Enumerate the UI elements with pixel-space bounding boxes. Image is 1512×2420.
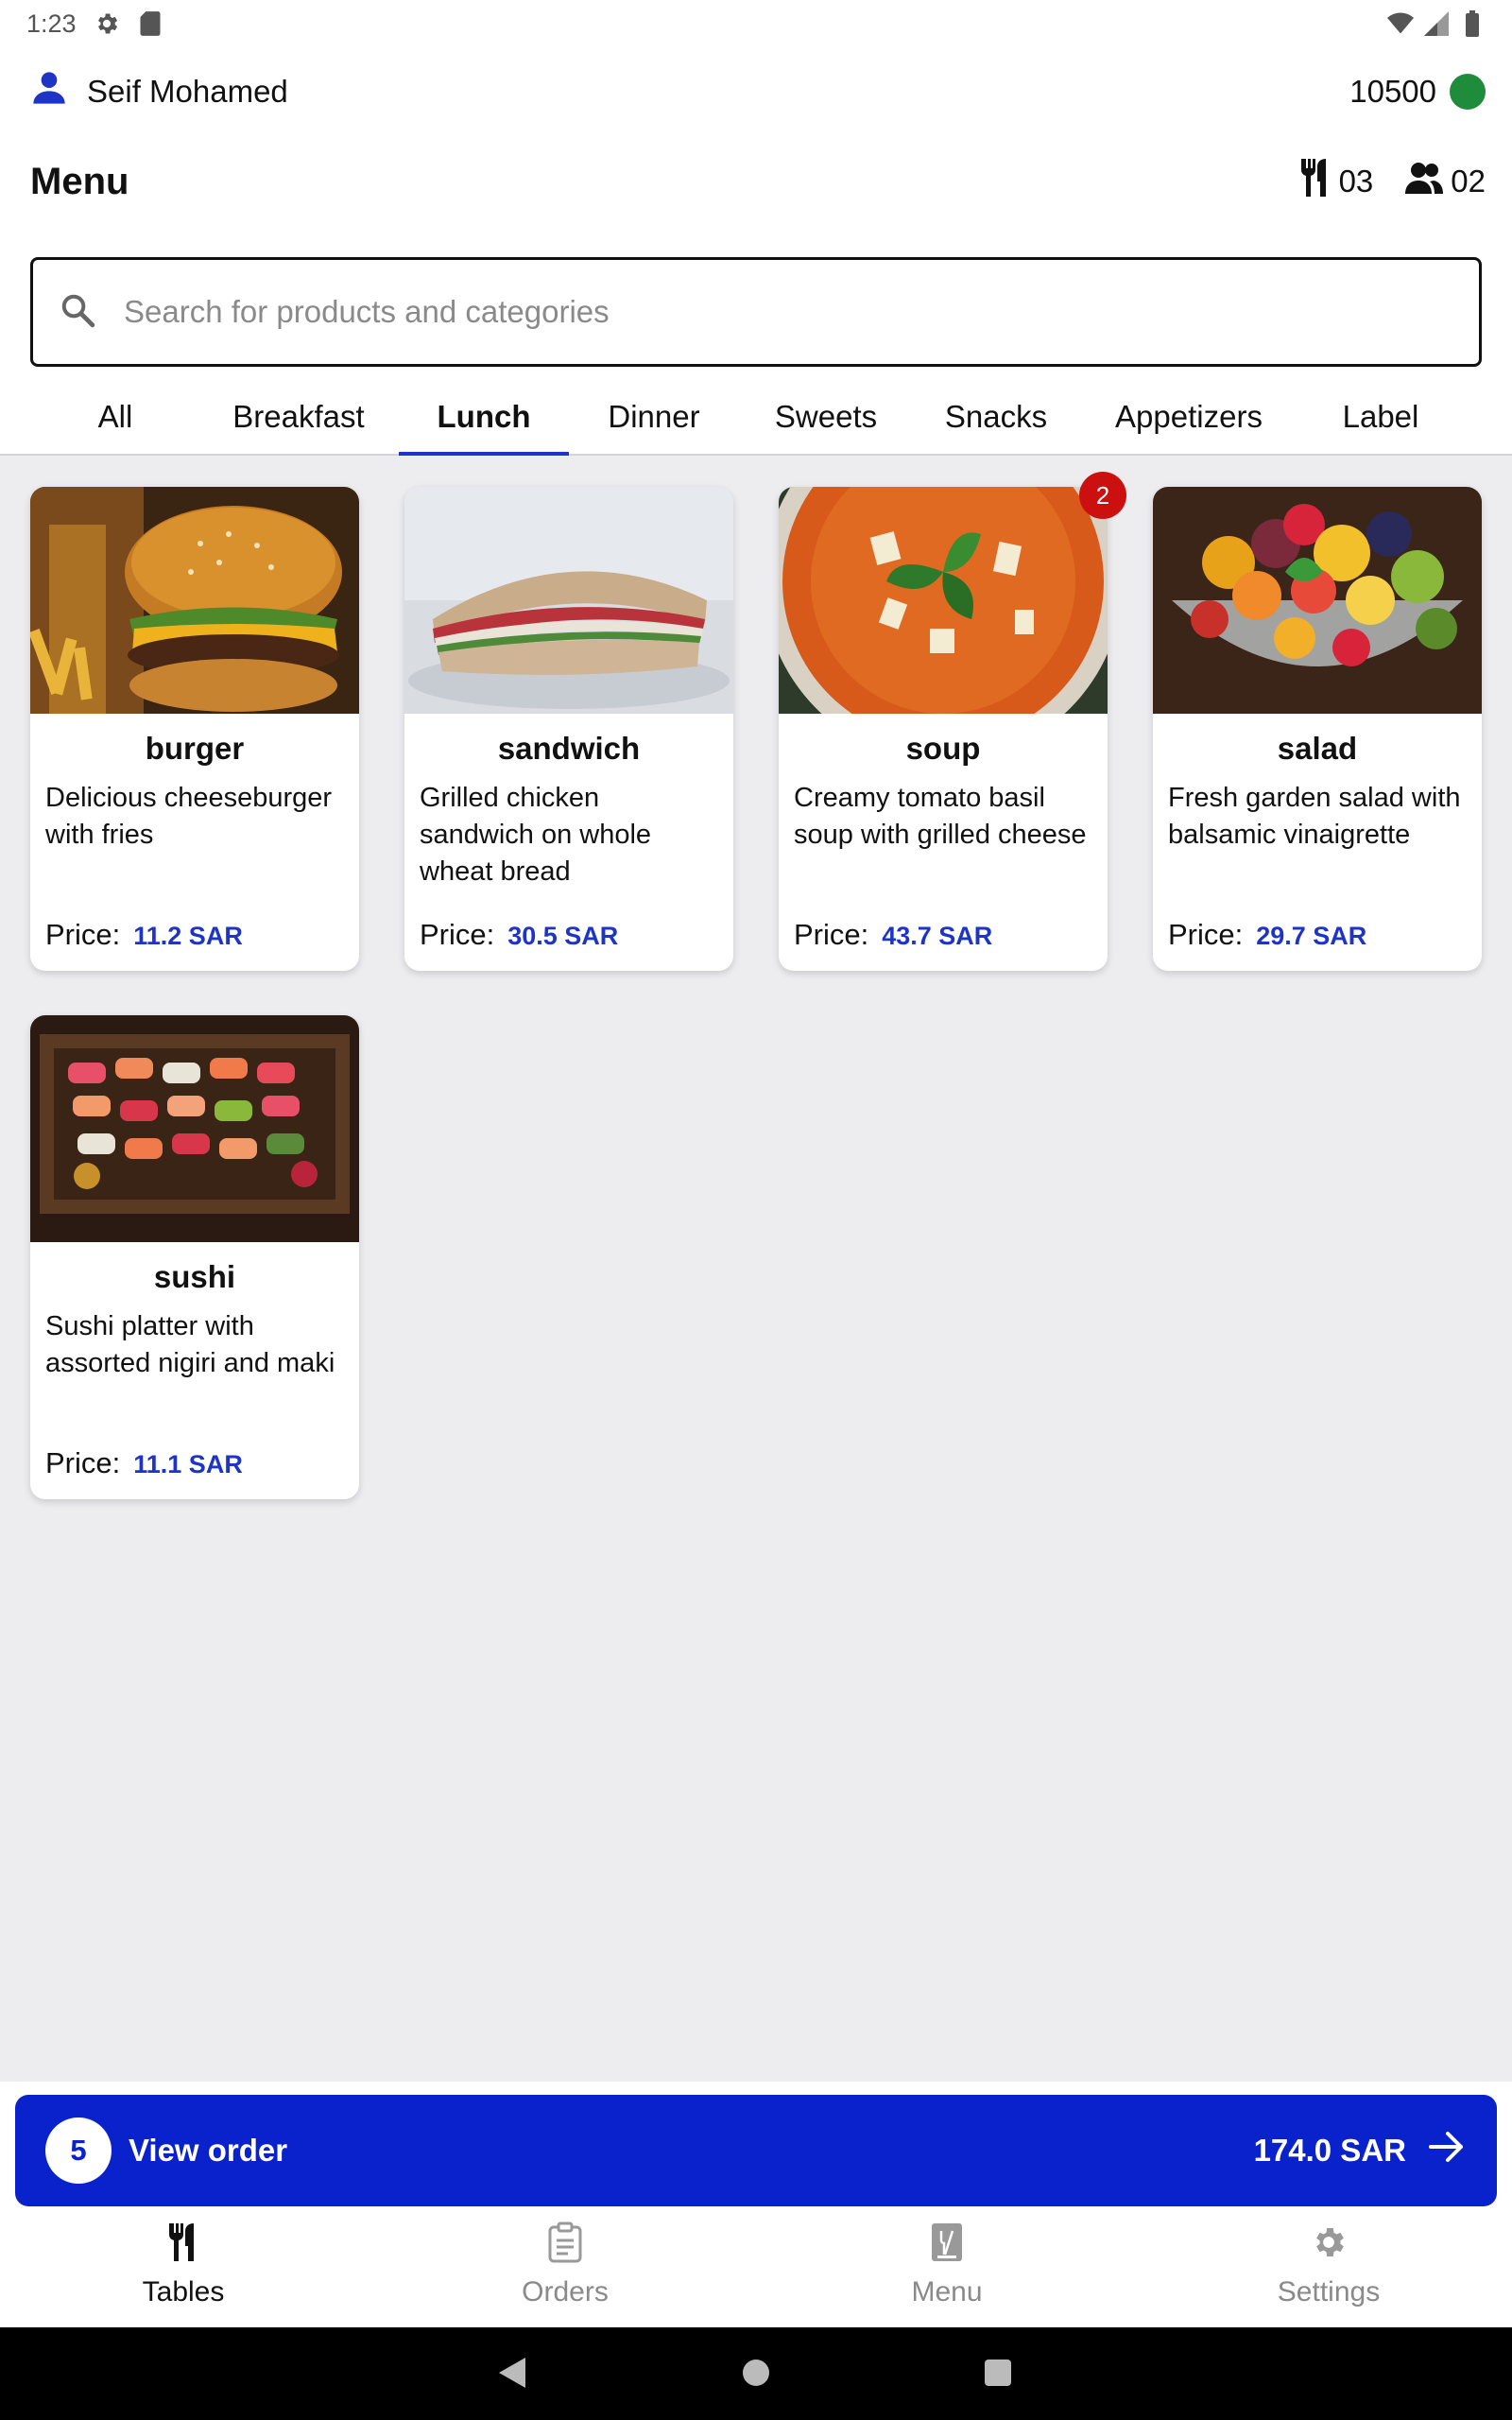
tables-count: 03 [1338, 164, 1374, 199]
guests-count: 02 [1451, 164, 1486, 199]
search-icon [60, 292, 95, 333]
fork-knife-icon [167, 2216, 199, 2269]
view-order-button[interactable]: 5 View order 174.0 SAR [15, 2095, 1497, 2206]
system-navigation-bar [0, 2327, 1512, 2420]
product-card-burger[interactable]: burger Delicious cheeseburger with fries… [30, 487, 359, 971]
sd-card-icon [137, 10, 163, 37]
arrow-right-icon [1429, 2131, 1465, 2170]
product-price: 30.5 SAR [507, 922, 619, 950]
product-name: salad [1277, 731, 1358, 766]
view-order-label: View order [129, 2133, 288, 2168]
product-name: sandwich [497, 731, 641, 766]
settings-status-icon [94, 10, 120, 37]
product-card-soup[interactable]: 2 soup Creamy tomato basil soup with gri… [779, 472, 1126, 971]
product-name: soup [905, 731, 981, 766]
tab-label[interactable]: Label [1302, 378, 1459, 456]
status-bar: 1:23 [0, 0, 1512, 47]
nav-tables[interactable]: Tables [42, 2216, 325, 2320]
sushi-image [30, 1015, 359, 1242]
nav-label: Menu [911, 2276, 983, 2308]
wifi-icon [1387, 10, 1414, 37]
product-description: Delicious cheeseburger with fries [45, 783, 333, 850]
signal-icon [1423, 10, 1450, 37]
price-label: Price: [420, 918, 495, 951]
search-input[interactable] [124, 294, 1352, 330]
price-label: Price: [794, 918, 869, 951]
product-grid: burger Delicious cheeseburger with fries… [0, 456, 1512, 2082]
clipboard-icon [547, 2216, 583, 2269]
gear-icon [1310, 2216, 1348, 2269]
salad-image [1153, 487, 1482, 714]
product-price: 29.7 SAR [1256, 922, 1367, 950]
user-row: Seif Mohamed 10500 [30, 66, 1486, 117]
product-card-sushi[interactable]: sushi Sushi platter with assorted nigiri… [30, 1015, 359, 1499]
battery-icon [1459, 10, 1486, 37]
order-item-count: 5 [45, 2118, 112, 2184]
title-row: Menu 03 02 [30, 151, 1486, 212]
tab-snacks[interactable]: Snacks [917, 378, 1075, 456]
back-icon[interactable] [497, 2356, 527, 2394]
menu-book-icon [930, 2216, 964, 2269]
price-label: Price: [45, 918, 121, 951]
category-tabs: All Breakfast Lunch Dinner Sweets Snacks… [0, 378, 1512, 458]
sandwich-image [404, 487, 733, 714]
product-description: Grilled chicken sandwich on whole wheat … [420, 783, 652, 887]
burger-image [30, 487, 359, 714]
user-name: Seif Mohamed [87, 74, 288, 109]
price-label: Price: [45, 1446, 121, 1479]
product-price: 43.7 SAR [882, 922, 993, 950]
soup-image [779, 487, 1108, 714]
product-card-salad[interactable]: salad Fresh garden salad with balsamic v… [1153, 487, 1482, 971]
product-description: Fresh garden salad with balsamic vinaigr… [1168, 783, 1461, 850]
nav-orders[interactable]: Orders [423, 2216, 707, 2320]
page-title: Menu [30, 160, 129, 202]
tab-dinner[interactable]: Dinner [575, 378, 733, 456]
person-icon [30, 69, 68, 114]
user-profile[interactable]: Seif Mohamed [30, 69, 288, 114]
tab-appetizers[interactable]: Appetizers [1094, 378, 1283, 456]
product-description: Sushi platter with assorted nigiri and m… [45, 1311, 335, 1378]
people-icon [1405, 162, 1444, 201]
price-label: Price: [1168, 918, 1244, 951]
search-box[interactable] [30, 257, 1482, 367]
nav-label: Orders [522, 2276, 609, 2308]
status-time: 1:23 [26, 9, 77, 38]
order-total: 174.0 SAR [1253, 2133, 1406, 2168]
nav-menu[interactable]: Menu [805, 2216, 1089, 2320]
nav-label: Settings [1277, 2276, 1381, 2308]
product-description: Creamy tomato basil soup with grilled ch… [794, 783, 1087, 850]
user-balance: 10500 [1349, 74, 1436, 109]
online-status-dot [1450, 74, 1486, 110]
tab-breakfast[interactable]: Breakfast [214, 378, 384, 456]
tab-lunch[interactable]: Lunch [399, 378, 569, 458]
nav-settings[interactable]: Settings [1187, 2216, 1470, 2320]
tab-all[interactable]: All [59, 378, 172, 456]
product-name: burger [145, 731, 245, 766]
balance-indicator: 10500 [1349, 74, 1486, 110]
nav-label: Tables [142, 2276, 225, 2308]
fork-knife-icon [1299, 159, 1332, 204]
tab-sweets[interactable]: Sweets [747, 378, 905, 456]
guests-counter: 02 [1405, 162, 1486, 201]
product-card-sandwich[interactable]: sandwich Grilled chicken sandwich on who… [404, 487, 733, 971]
tables-counter: 03 [1299, 159, 1374, 204]
product-price: 11.1 SAR [133, 1450, 243, 1478]
product-price: 11.2 SAR [133, 922, 243, 950]
product-name: sushi [153, 1259, 236, 1294]
home-icon[interactable] [741, 2356, 771, 2394]
quantity-badge: 2 [1079, 472, 1126, 519]
bottom-navigation: Tables Orders Menu Settings [0, 2206, 1512, 2327]
recents-icon[interactable] [983, 2356, 1013, 2394]
